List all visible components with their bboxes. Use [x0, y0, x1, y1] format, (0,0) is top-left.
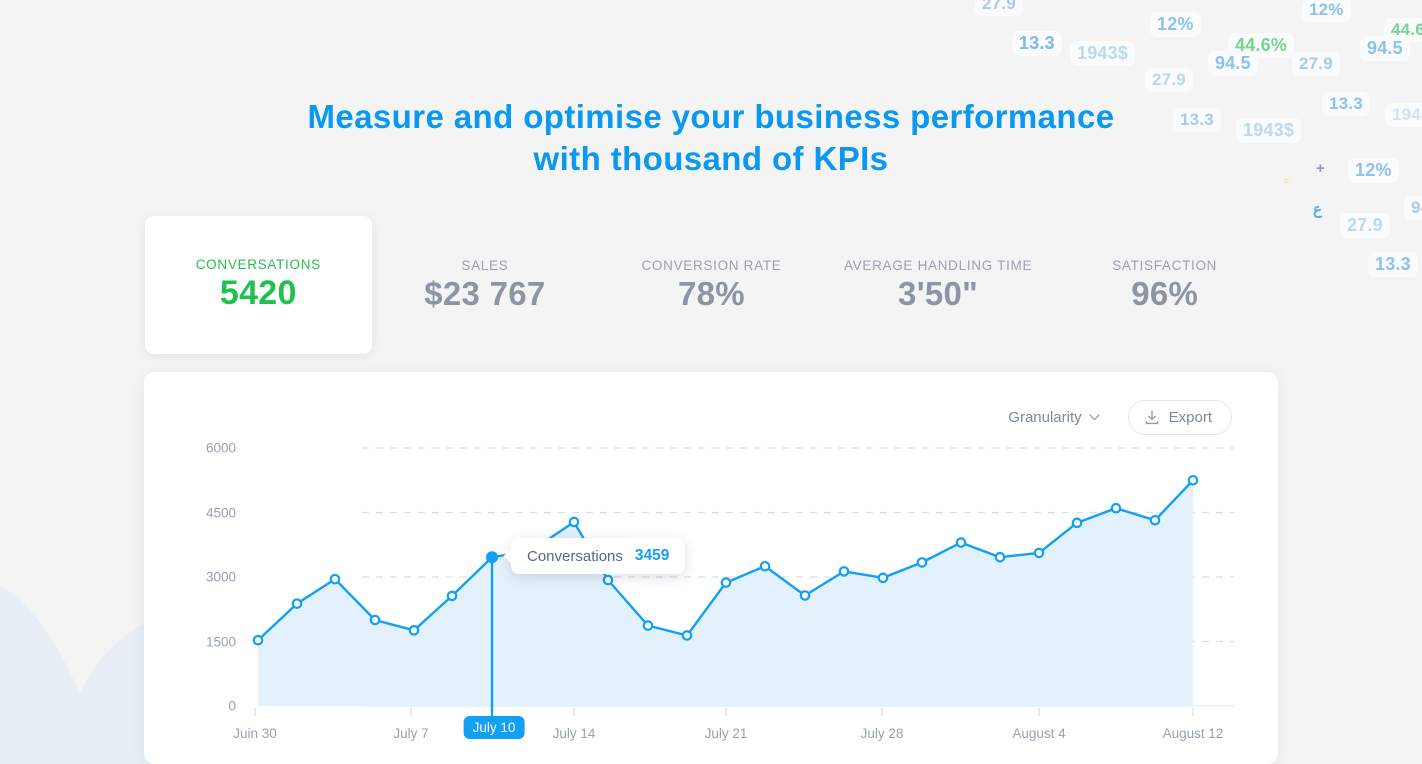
chart-point [759, 560, 771, 572]
kpi-summary-row: CONVERSATIONS 5420 SALES $23 767 CONVERSION … [145, 216, 1278, 354]
kpi-value: 96% [1131, 274, 1199, 312]
decoration-badge: 44.6% [1228, 33, 1295, 58]
kpi-card-average-handling-time[interactable]: AVERAGE HANDLING TIME 3'50" [825, 216, 1052, 354]
kpi-value: 78% [678, 274, 745, 312]
chart-point [916, 557, 928, 568]
x-axis-tick-label: July 7 [393, 726, 429, 741]
decoration-badge: 27.9 [1340, 213, 1390, 238]
chart-point [568, 516, 580, 528]
chart-tooltip: Conversations 3459 [503, 538, 686, 575]
decoration-badge: 1943$ [1070, 41, 1136, 66]
tooltip-value: 3459 [634, 547, 670, 565]
x-axis-tick-label: July 21 [704, 726, 748, 741]
chart-point [1149, 514, 1161, 526]
chart-point [838, 566, 850, 577]
chart-point [642, 620, 654, 631]
page-title-line-2: with thousand of KPIs [533, 140, 889, 177]
decoration-badge: 94 [1404, 196, 1422, 220]
x-axis-tick-label: August 4 [1012, 726, 1066, 741]
x-axis-tick-label-selected[interactable]: July 10 [463, 716, 525, 739]
y-axis-labels: 0 1500 3000 4500 6000 [164, 372, 236, 764]
conversations-chart-card: Granularity Export 0 1500 3000 4500 6000 Jui… [144, 372, 1278, 764]
y-axis-tick-label: 1500 [205, 634, 236, 649]
y-axis-tick-label: 4500 [205, 505, 236, 520]
y-axis-tick-label: 6000 [205, 440, 236, 456]
chart-point [446, 590, 458, 602]
kpi-label: CONVERSION RATE [641, 257, 782, 273]
kpi-label: SALES [461, 257, 509, 273]
chart-point [681, 630, 693, 641]
chart-point [1110, 502, 1122, 514]
decoration-badge: 12% [1150, 12, 1201, 37]
decoration-badge: 13.3 [1012, 31, 1062, 56]
kpi-card-conversion-rate[interactable]: CONVERSION RATE 78% [598, 216, 825, 354]
decoration-badge: 12% [1302, 0, 1351, 22]
kpi-card-satisfaction[interactable]: SATISFACTION 96% [1051, 216, 1278, 354]
conversations-area-chart[interactable] [144, 372, 1278, 764]
kpi-label: AVERAGE HANDLING TIME [843, 257, 1033, 273]
chart-point [720, 577, 732, 588]
page-title-line-1: Measure and optimise your business perfo… [307, 98, 1115, 135]
kpi-value: $23 767 [424, 274, 546, 312]
chart-point [369, 614, 381, 626]
page-title: Measure and optimise your business perfo… [0, 96, 1422, 180]
kpi-label: CONVERSATIONS [195, 257, 321, 272]
kpi-value: 3'50" [898, 274, 979, 312]
chart-point-active [486, 551, 498, 564]
x-axis-tick-label: August 12 [1162, 726, 1224, 741]
chart-point [291, 598, 303, 609]
chart-point [877, 572, 889, 584]
chart-point [994, 551, 1006, 563]
decoration-badge: 94.5 [1208, 51, 1258, 76]
chart-point [252, 634, 264, 646]
y-axis-tick-label: 0 [228, 698, 236, 714]
decoration-badge: 27.9 [1145, 68, 1193, 92]
kpi-card-conversations[interactable]: CONVERSATIONS 5420 [145, 216, 372, 354]
decoration-badge: 27.9 [1292, 52, 1340, 76]
kpi-card-sales[interactable]: SALES $23 767 [372, 216, 599, 354]
chart-point [1071, 517, 1083, 529]
chart-point [955, 537, 967, 548]
decoration-badge: 44.6 [1384, 18, 1422, 42]
chart-point [1033, 547, 1045, 559]
chart-point [329, 573, 341, 585]
decoration-symbol: ع [1313, 201, 1322, 218]
y-axis-tick-label: 3000 [205, 569, 236, 585]
chart-point [799, 590, 811, 601]
chart-point [408, 625, 420, 636]
kpi-value: 5420 [219, 274, 297, 312]
decoration-badge: 27.9 [975, 0, 1023, 16]
x-axis-tick-label: July 28 [860, 726, 904, 741]
chart-area-fill [258, 480, 1193, 706]
kpi-label: SATISFACTION [1112, 257, 1218, 273]
tooltip-label: Conversations [527, 547, 623, 565]
chart-point [1187, 474, 1199, 486]
landing-page: 27.9 12% 12% 44.6 13.3 1943$ 44.6% 94.5 27.9 94.5… [0, 0, 1422, 764]
x-axis-tick-label: July 14 [552, 726, 596, 741]
decoration-badge: 13.3 [1368, 252, 1418, 277]
x-axis-tick-label: Juin 30 [233, 726, 277, 741]
chart-point [602, 574, 614, 586]
chart-plot-area[interactable]: 0 1500 3000 4500 6000 Juin 30 July 7 July 10 Ju… [144, 372, 1278, 764]
decoration-badge: 94.5 [1360, 36, 1410, 61]
